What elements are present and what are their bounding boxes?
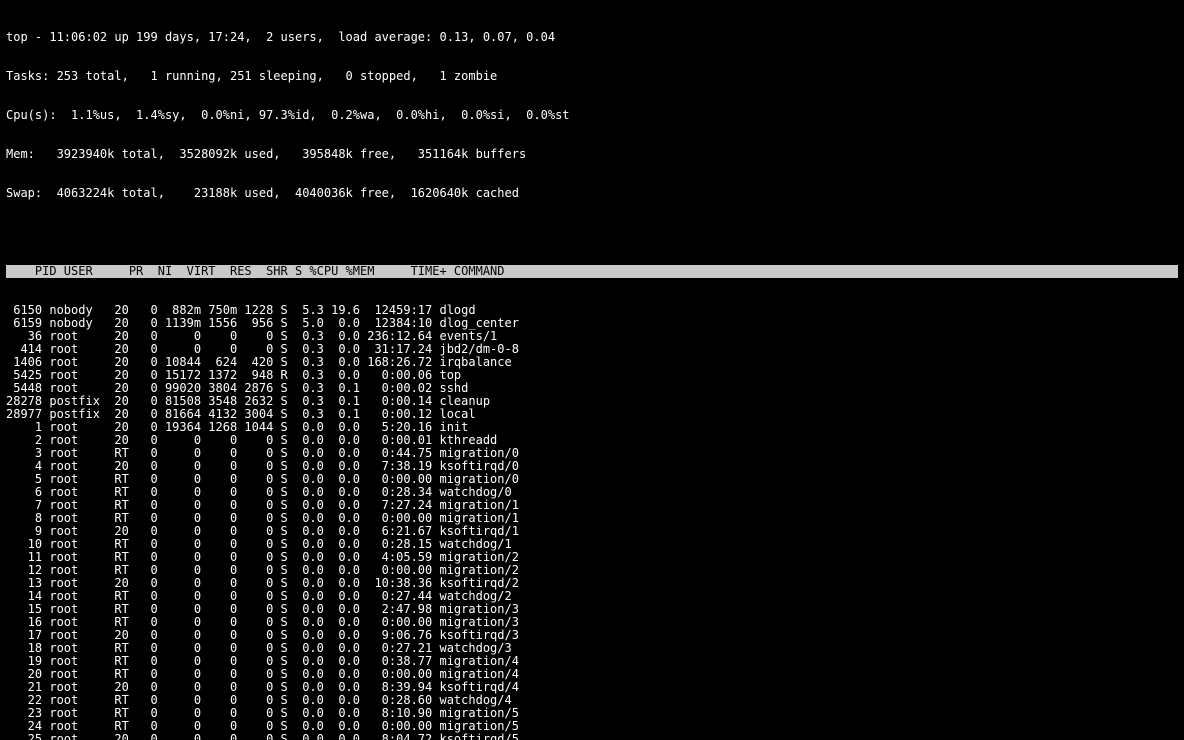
summary-cpu: Cpu(s): 1.1%us, 1.4%sy, 0.0%ni, 97.3%id,…: [6, 109, 1178, 122]
blank-line: [6, 226, 1178, 239]
terminal-output[interactable]: top - 11:06:02 up 199 days, 17:24, 2 use…: [0, 0, 1184, 740]
column-header-row: PID USER PR NI VIRT RES SHR S %CPU %MEM …: [6, 265, 1178, 278]
summary-mem: Mem: 3923940k total, 3528092k used, 3958…: [6, 148, 1178, 161]
summary-uptime: top - 11:06:02 up 199 days, 17:24, 2 use…: [6, 31, 1178, 44]
summary-tasks: Tasks: 253 total, 1 running, 251 sleepin…: [6, 70, 1178, 83]
process-list: 6150 nobody 20 0 882m 750m 1228 S 5.3 19…: [6, 304, 1178, 740]
process-row: 25 root 20 0 0 0 0 S 0.0 0.0 8:04.72 kso…: [6, 733, 1178, 740]
summary-swap: Swap: 4063224k total, 23188k used, 40400…: [6, 187, 1178, 200]
